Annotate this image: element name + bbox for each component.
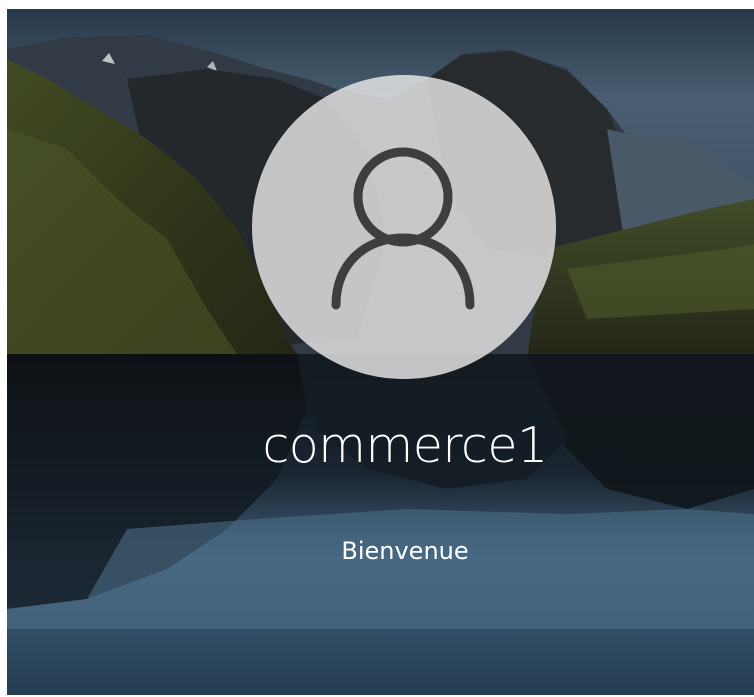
- user-avatar: [252, 75, 556, 379]
- welcome-message: Bienvenue: [341, 537, 469, 565]
- lock-screen: commerce1 Bienvenue: [7, 9, 754, 695]
- account-username: commerce1: [262, 417, 548, 474]
- user-icon: [331, 147, 475, 310]
